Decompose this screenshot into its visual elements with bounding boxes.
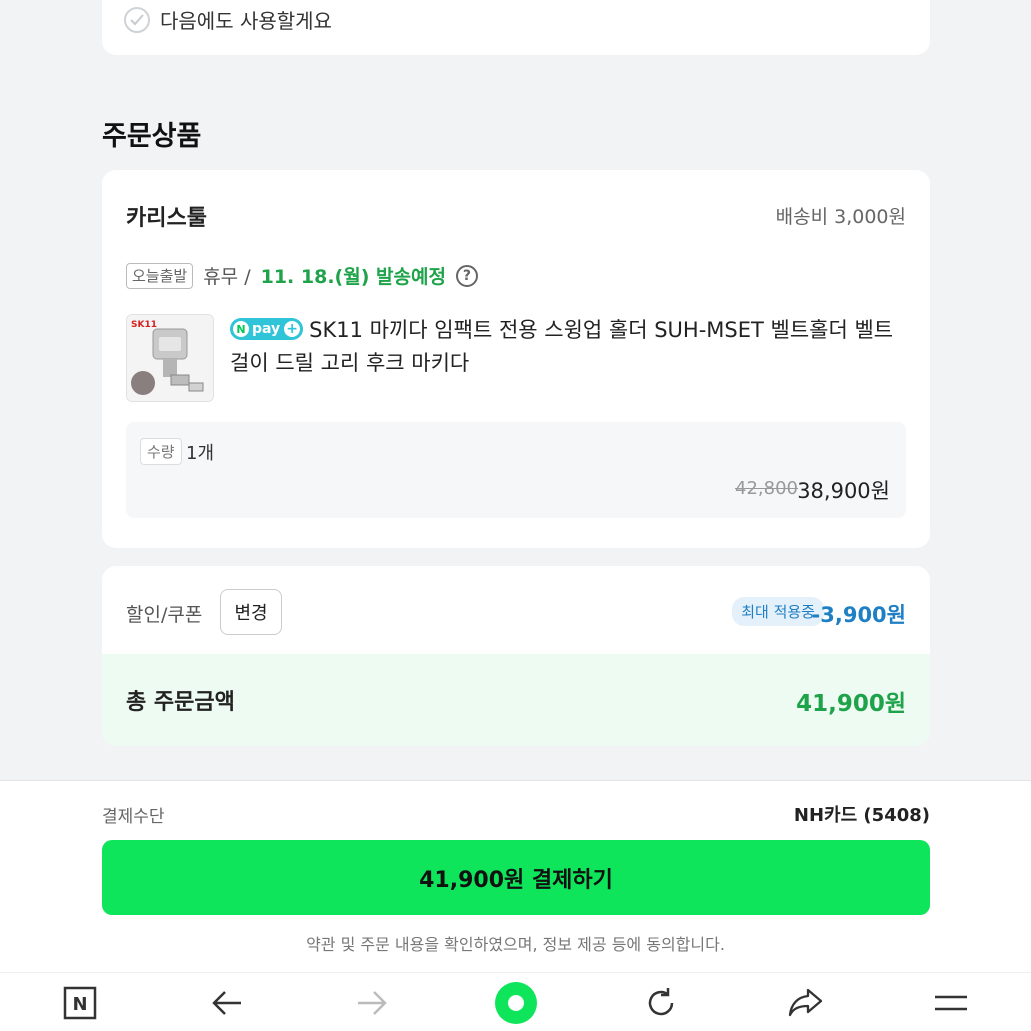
seller-name[interactable]: 카리스툴 xyxy=(126,200,207,232)
final-price: 38,900원 xyxy=(797,479,890,503)
section-title: 주문상품 xyxy=(102,121,202,152)
forward-arrow-icon[interactable] xyxy=(332,973,412,1031)
green-dot-icon[interactable] xyxy=(476,973,556,1031)
pay-button[interactable]: 41,900원 결제하기 xyxy=(102,840,930,915)
shipping-fee: 배송비 3,000원 xyxy=(775,206,906,228)
quantity-label: 수량 xyxy=(140,438,182,465)
thumb-logo: SK11 xyxy=(131,320,157,330)
total-band: 총 주문금액 41,900원 xyxy=(102,654,930,746)
quantity-box: 수량 1개 42,800 38,900원 xyxy=(126,422,906,518)
payment-method-label: 결제수단 xyxy=(102,807,165,827)
refresh-icon[interactable] xyxy=(621,973,701,1031)
product-name: SK11 마끼다 임팩트 전용 스윙업 홀더 SUH-MSET 벨트홀더 벨트 … xyxy=(230,318,894,375)
help-icon[interactable]: ? xyxy=(455,264,478,287)
payment-sheet: 결제수단 NH카드 (5408) 41,900원 결제하기 약관 및 주문 내용… xyxy=(0,780,1031,972)
product-name-link[interactable]: N pay + SK11 마끼다 임팩트 전용 스윙업 홀더 SUH-MSET … xyxy=(230,314,900,380)
svg-text:N: N xyxy=(72,994,87,1015)
order-card: 카리스툴 배송비 3,000원 오늘출발 휴무 / 11. 18.(월) 발송예… xyxy=(102,170,930,548)
product-thumbnail[interactable]: SK11 xyxy=(126,314,214,402)
discount-amount: -3,900원 xyxy=(811,603,906,627)
total-amount: 41,900원 xyxy=(796,691,906,717)
menu-icon[interactable] xyxy=(911,973,991,1031)
reuse-card: 다음에도 사용할게요 xyxy=(102,0,930,55)
reuse-option[interactable]: 다음에도 사용할게요 xyxy=(124,5,332,34)
browser-nav-bar: N xyxy=(0,972,1031,1031)
npay-n-icon: N xyxy=(233,321,249,337)
discount-label: 할인/쿠폰 xyxy=(126,604,203,626)
plus-icon: + xyxy=(284,321,301,337)
discount-card: 할인/쿠폰 변경 최대 적용중 -3,900원 총 주문금액 41,900원 xyxy=(102,566,930,746)
holiday-label: 휴무 / xyxy=(203,266,251,288)
reuse-label: 다음에도 사용할게요 xyxy=(160,9,332,33)
npay-plus-badge: N pay + xyxy=(230,318,304,340)
original-price: 42,800 xyxy=(735,478,798,499)
naver-home-icon[interactable]: N xyxy=(40,973,120,1031)
ship-date: 11. 18.(월) 발송예정 xyxy=(260,266,446,288)
quantity-value: 1개 xyxy=(186,443,215,464)
product-image: SK11 xyxy=(127,315,213,401)
share-icon[interactable] xyxy=(766,973,846,1031)
back-arrow-icon[interactable] xyxy=(187,973,267,1031)
agreement-text: 약관 및 주문 내용을 확인하였으며, 정보 제공 등에 동의합니다. xyxy=(306,935,725,954)
today-dispatch-badge: 오늘출발 xyxy=(126,262,194,289)
npay-text: pay xyxy=(252,320,281,337)
payment-method-value[interactable]: NH카드 (5408) xyxy=(794,801,930,827)
total-label: 총 주문금액 xyxy=(126,690,235,715)
shipping-schedule: 오늘출발 휴무 / 11. 18.(월) 발송예정 ? xyxy=(126,262,478,289)
change-coupon-button[interactable]: 변경 xyxy=(220,589,282,635)
max-applied-badge: 최대 적용중 xyxy=(732,597,824,626)
check-icon[interactable] xyxy=(124,6,150,33)
